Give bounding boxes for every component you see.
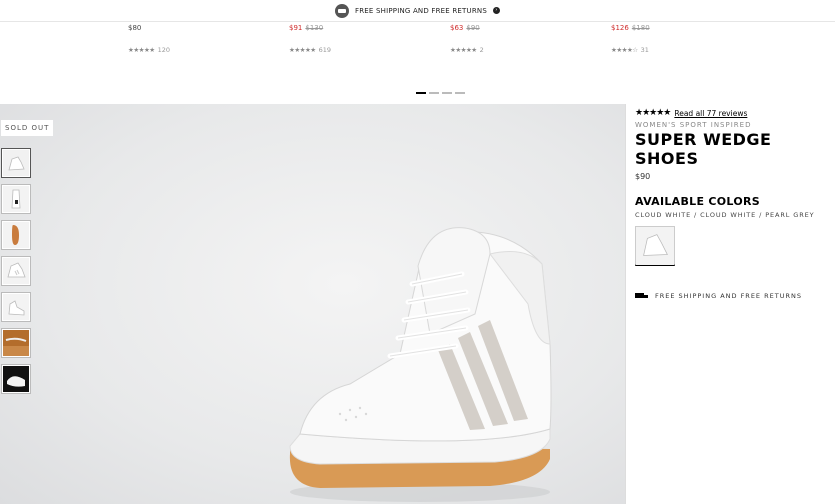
rating-stars-icon: ★★★★★	[635, 108, 671, 118]
review-count: 120	[157, 46, 171, 54]
thumbnail[interactable]	[1, 364, 31, 394]
product-title: SUPER WEDGE SHOES	[635, 130, 772, 168]
truck-icon	[635, 292, 649, 300]
carousel-pagination	[416, 92, 465, 94]
carousel-dot[interactable]	[442, 92, 452, 94]
review-count: 619	[318, 46, 332, 54]
rating-stars-icon: ★★★★☆	[611, 46, 638, 54]
thumbnail[interactable]	[1, 292, 31, 322]
color-swatch[interactable]	[635, 226, 675, 266]
carousel-price: $80	[128, 24, 142, 32]
available-colors-heading: AVAILABLE COLORS	[635, 195, 760, 208]
sold-out-badge: SOLD OUT	[1, 120, 54, 136]
thumbnail[interactable]	[1, 256, 31, 286]
thumbnail[interactable]	[1, 148, 31, 178]
rating-stars-icon: ★★★★★	[450, 46, 477, 54]
carousel-dot[interactable]	[429, 92, 439, 94]
carousel-item[interactable]: $80 ★★★★★ 120	[128, 24, 170, 54]
carousel-dot[interactable]	[416, 92, 426, 94]
product-image	[289, 227, 552, 502]
carousel-dot[interactable]	[455, 92, 465, 94]
thumbnail-list	[1, 148, 31, 400]
shipping-info[interactable]: FREE SHIPPING AND FREE RETURNS	[635, 292, 830, 300]
rating-stars-icon: ★★★★★	[128, 46, 155, 54]
carousel-item[interactable]: $91 $130 ★★★★★ 619	[289, 24, 331, 54]
color-name: CLOUD WHITE / CLOUD WHITE / PEARL GREY	[635, 211, 815, 219]
carousel-price: $91	[289, 24, 303, 32]
rating-stars-icon: ★★★★★	[289, 46, 316, 54]
truck-icon	[335, 3, 350, 18]
product-details: ★★★★★ Read all 77 reviews WOMEN'S SPORT …	[635, 108, 830, 300]
divider	[625, 104, 626, 504]
thumbnail[interactable]	[1, 328, 31, 358]
shipping-text: FREE SHIPPING AND FREE RETURNS	[655, 292, 802, 300]
product-gallery: SOLD OUT	[0, 104, 625, 504]
carousel-price: $126	[611, 24, 629, 32]
thumbnail[interactable]	[1, 184, 31, 214]
review-count: 2	[479, 46, 484, 54]
rating-row: ★★★★★ Read all 77 reviews	[635, 108, 830, 118]
product-category: WOMEN'S SPORT INSPIRED	[635, 121, 752, 129]
thumbnail[interactable]	[1, 220, 31, 250]
read-reviews-link[interactable]: Read all 77 reviews	[674, 109, 747, 118]
carousel-old-price: $180	[631, 24, 650, 32]
chevron-right-icon: ›	[492, 7, 500, 14]
carousel-old-price: $90	[466, 24, 480, 32]
carousel-old-price: $130	[305, 24, 324, 32]
shipping-banner[interactable]: FREE SHIPPING AND FREE RETURNS ›	[0, 0, 835, 22]
product-price: $90	[635, 172, 651, 181]
banner-text: FREE SHIPPING AND FREE RETURNS	[355, 6, 487, 15]
carousel-item[interactable]: $126 $180 ★★★★☆ 31	[611, 24, 650, 54]
carousel-price: $63	[450, 24, 464, 32]
review-count: 31	[640, 46, 649, 54]
carousel-item[interactable]: $63 $90 ★★★★★ 2	[450, 24, 484, 54]
